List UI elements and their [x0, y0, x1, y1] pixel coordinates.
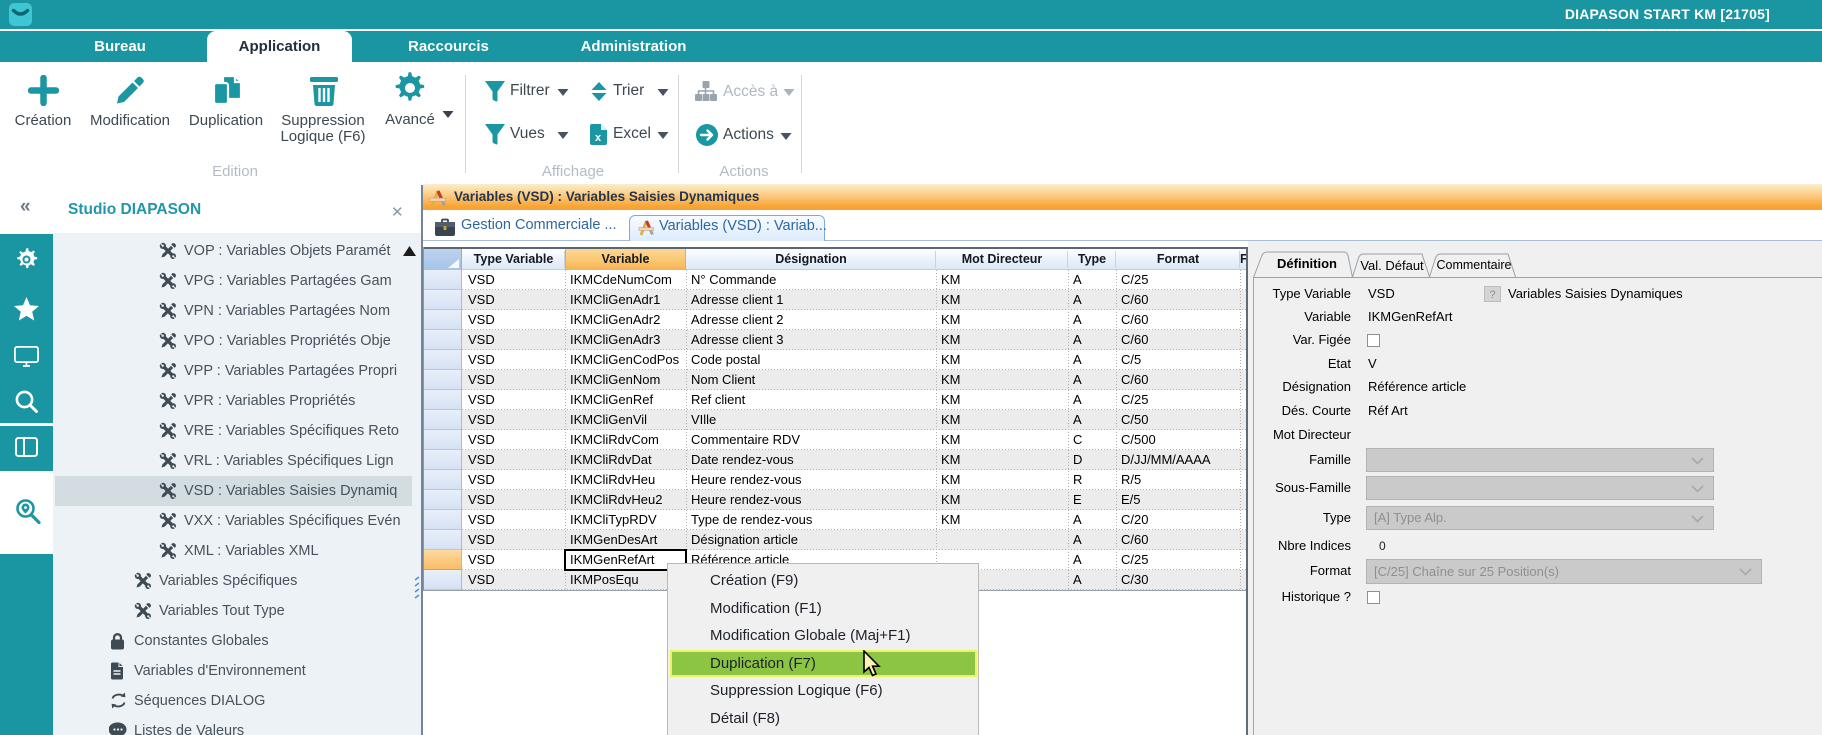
svg-text:x: x	[595, 132, 602, 144]
